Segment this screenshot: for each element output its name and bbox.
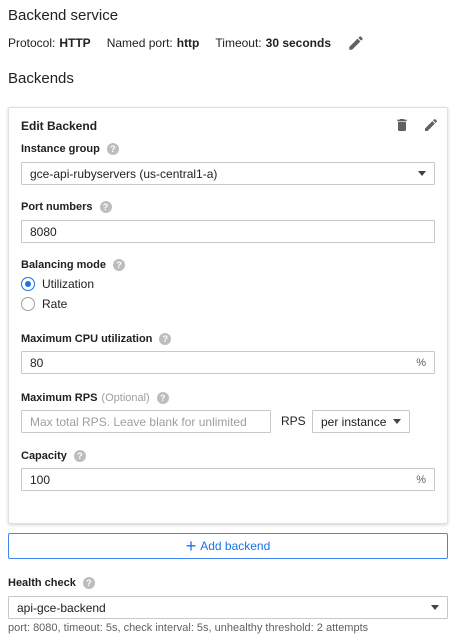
- help-icon[interactable]: ?: [106, 143, 119, 155]
- add-backend-label: Add backend: [200, 539, 271, 553]
- health-check-label-text: Health check: [8, 577, 76, 589]
- help-icon[interactable]: ?: [73, 450, 86, 462]
- health-check-value: api-gce-backend: [17, 600, 106, 615]
- help-icon[interactable]: ?: [112, 259, 125, 271]
- port-numbers-label-text: Port numbers: [21, 201, 93, 213]
- named-port-label: Named port:: [106, 36, 173, 50]
- radio-utilization[interactable]: [21, 277, 35, 291]
- radio-rate[interactable]: [21, 297, 35, 311]
- max-cpu-input[interactable]: 80 %: [21, 351, 435, 374]
- backend-service-info: Protocol: HTTP Named port: http Timeout:…: [8, 34, 365, 52]
- rps-mode-value: per instance: [321, 414, 387, 429]
- max-rps-label-text: Maximum RPS: [21, 392, 98, 404]
- rps-unit-label: RPS: [281, 414, 306, 428]
- rate-label: Rate: [42, 297, 68, 311]
- max-rps-input[interactable]: Max total RPS. Leave blank for unlimited: [21, 410, 271, 433]
- port-numbers-input[interactable]: 8080: [21, 220, 435, 243]
- edit-backend-pencil-icon[interactable]: [423, 117, 439, 133]
- protocol-label: Protocol:: [8, 36, 56, 50]
- instance-group-value: gce-api-rubyservers (us-central1-a): [30, 166, 218, 181]
- balancing-mode-label: Balancing mode ?: [21, 259, 125, 271]
- capacity-value: 100: [30, 472, 51, 487]
- balancing-mode-utilization[interactable]: Utilization: [21, 277, 94, 291]
- max-rps-optional: (Optional): [101, 392, 150, 404]
- balancing-mode-label-text: Balancing mode: [21, 259, 106, 271]
- health-check-label: Health check ?: [8, 577, 95, 589]
- edit-backend-card: Edit Backend Instance group ? gce-api-ru…: [8, 107, 448, 524]
- help-icon[interactable]: ?: [156, 392, 169, 404]
- capacity-suffix: %: [416, 473, 426, 486]
- dropdown-caret-icon: [418, 171, 426, 176]
- capacity-label-text: Capacity: [21, 450, 67, 462]
- capacity-input[interactable]: 100 %: [21, 468, 435, 491]
- trash-icon[interactable]: [394, 117, 410, 133]
- dropdown-caret-icon: [393, 419, 401, 424]
- max-rps-label: Maximum RPS (Optional) ?: [21, 392, 169, 404]
- port-numbers-label: Port numbers ?: [21, 201, 112, 213]
- backends-title: Backends: [8, 70, 74, 87]
- instance-group-select[interactable]: gce-api-rubyservers (us-central1-a): [21, 162, 435, 185]
- plus-icon: +: [185, 536, 197, 556]
- utilization-label: Utilization: [42, 277, 95, 291]
- help-icon[interactable]: ?: [99, 201, 112, 213]
- max-cpu-suffix: %: [416, 356, 426, 369]
- edit-backend-title: Edit Backend: [21, 119, 98, 133]
- instance-group-label: Instance group ?: [21, 143, 119, 155]
- named-port-value: http: [176, 36, 200, 50]
- balancing-mode-rate[interactable]: Rate: [21, 297, 67, 311]
- help-icon[interactable]: ?: [159, 333, 172, 345]
- protocol-value: HTTP: [59, 36, 91, 50]
- max-rps-placeholder: Max total RPS. Leave blank for unlimited: [30, 414, 247, 429]
- max-cpu-label: Maximum CPU utilization ?: [21, 333, 172, 345]
- health-check-hint: port: 8080, timeout: 5s, check interval:…: [8, 622, 369, 634]
- help-icon[interactable]: ?: [82, 577, 95, 589]
- instance-group-label-text: Instance group: [21, 143, 100, 155]
- health-check-select[interactable]: api-gce-backend: [8, 596, 448, 619]
- timeout-value: 30 seconds: [265, 36, 332, 50]
- max-cpu-value: 80: [30, 355, 44, 370]
- dropdown-caret-icon: [431, 605, 439, 610]
- pencil-icon[interactable]: [347, 34, 365, 52]
- timeout-label: Timeout:: [215, 36, 262, 50]
- max-cpu-label-text: Maximum CPU utilization: [21, 333, 153, 345]
- backend-service-title: Backend service: [8, 7, 119, 24]
- capacity-label: Capacity ?: [21, 450, 86, 462]
- rps-mode-select[interactable]: per instance: [312, 410, 410, 433]
- port-numbers-value: 8080: [30, 224, 57, 239]
- add-backend-button[interactable]: + Add backend: [8, 533, 448, 559]
